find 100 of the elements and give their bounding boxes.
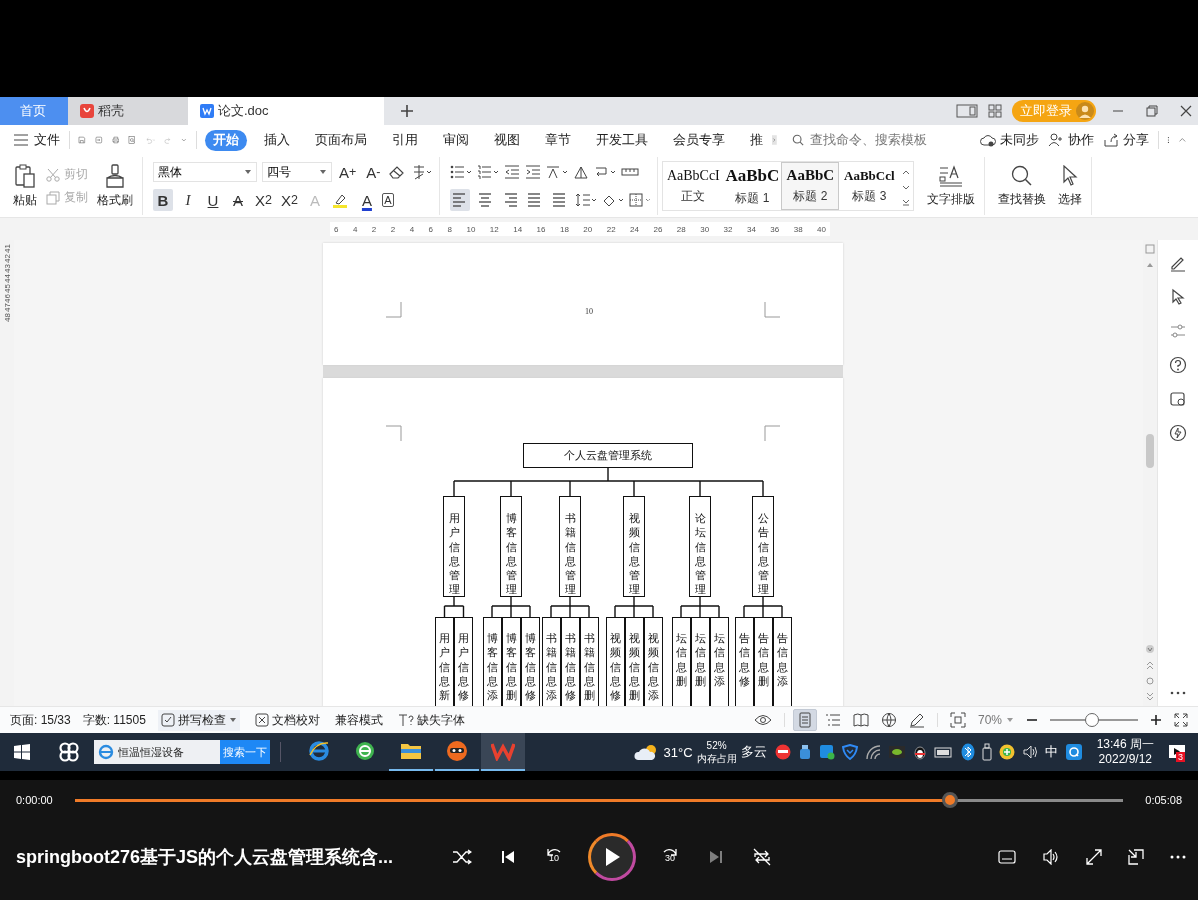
ribbon-tab[interactable]: 引用: [384, 129, 427, 151]
fullscreen-icon[interactable]: [1174, 713, 1188, 727]
bold-button[interactable]: B: [153, 189, 173, 211]
align-left-button[interactable]: [450, 189, 471, 211]
repeat-off-icon[interactable]: [752, 848, 772, 866]
ribbon-tab[interactable]: 页面布局: [307, 129, 376, 151]
plus-circle-icon[interactable]: [998, 744, 1015, 760]
play-button[interactable]: [588, 833, 636, 881]
close-icon[interactable]: [1180, 105, 1192, 117]
collaborate-button[interactable]: 协作: [1048, 131, 1094, 149]
ribbon-tab[interactable]: 推: [742, 129, 772, 151]
caret-icon[interactable]: [1006, 717, 1014, 723]
slider-thumb[interactable]: [1085, 713, 1100, 727]
ruler-icon[interactable]: [621, 166, 640, 178]
style-preset[interactable]: AaBbCcl 标题 3: [839, 162, 900, 210]
captions-icon[interactable]: [998, 850, 1016, 864]
color-button[interactable]: A: [356, 189, 377, 211]
line-spacing-icon[interactable]: [575, 193, 598, 207]
share-button[interactable]: 分享: [1103, 131, 1149, 149]
decrease-indent-icon[interactable]: [504, 165, 521, 179]
font-name-dropdown[interactable]: 黑体: [153, 162, 257, 182]
paste-button[interactable]: 粘贴: [10, 161, 40, 211]
ribbon-tab[interactable]: 插入: [256, 129, 299, 151]
fit-page-icon[interactable]: [949, 712, 966, 728]
tablet-mode-icon[interactable]: [956, 104, 978, 118]
input-method-indicator[interactable]: 中: [1044, 743, 1058, 761]
usb-stick-icon[interactable]: [981, 743, 992, 761]
boxed-button[interactable]: A: [381, 193, 394, 207]
penguin-icon[interactable]: [912, 744, 927, 760]
style-preset[interactable]: AaBbC 标题 1: [723, 162, 782, 210]
location-icon[interactable]: [1169, 424, 1187, 442]
expand-icon[interactable]: [1086, 849, 1102, 865]
usb-drive-icon[interactable]: [797, 744, 812, 760]
new-tab-icon[interactable]: [400, 104, 414, 118]
command-search-field[interactable]: 查找命令、搜索模板: [792, 132, 962, 148]
page-up-icon[interactable]: [1145, 660, 1155, 670]
text-direction-icon[interactable]: [573, 165, 590, 179]
wifi-icon[interactable]: [864, 744, 881, 760]
font-size-dropdown[interactable]: 四号: [262, 162, 332, 182]
skip-back-button[interactable]: 10: [544, 846, 564, 868]
page-view-button[interactable]: [792, 709, 817, 731]
skip-forward-button[interactable]: 30: [660, 846, 680, 868]
select-button[interactable]: 选择: [1055, 162, 1086, 210]
previous-icon[interactable]: [500, 849, 516, 865]
ribbon-tab[interactable]: 章节: [537, 129, 580, 151]
format-painter-button[interactable]: 格式刷: [94, 161, 136, 211]
document-tab[interactable]: 论文.doc: [188, 97, 384, 125]
search-button[interactable]: 搜索一下: [220, 740, 270, 764]
shading-icon[interactable]: [602, 193, 625, 207]
document-proofread-button[interactable]: 文档校对: [251, 709, 323, 731]
image-edit-icon[interactable]: [1169, 390, 1187, 408]
mini-player-icon[interactable]: [1128, 849, 1144, 865]
underline-button[interactable]: U: [203, 189, 223, 211]
ribbon-tab[interactable]: 审阅: [435, 129, 478, 151]
shuffle-icon[interactable]: [452, 849, 472, 865]
masked-face-icon[interactable]: [774, 744, 791, 760]
chat-q-icon[interactable]: [1064, 743, 1083, 761]
pinwheel-icon[interactable]: [58, 741, 80, 763]
sync-check-icon[interactable]: [818, 744, 835, 760]
ribbon-tab[interactable]: 会员专享: [665, 129, 734, 151]
file-menu-button[interactable]: 文件: [14, 131, 60, 149]
find-replace-button[interactable]: 查找替换: [995, 162, 1050, 210]
taskbar-clock[interactable]: 13:46 周一 2022/9/12: [1096, 737, 1154, 767]
more-horizontal-icon[interactable]: [1170, 690, 1186, 696]
style-preset[interactable]: AaBbC 标题 2: [781, 162, 840, 210]
cursor-icon[interactable]: [1169, 288, 1187, 306]
zoom-in-icon[interactable]: [1150, 714, 1162, 726]
chinese-layout-icon[interactable]: [546, 165, 569, 179]
bluetooth-icon[interactable]: [960, 743, 975, 761]
windows-logo-icon[interactable]: [14, 744, 30, 760]
shield-icon[interactable]: [841, 744, 858, 760]
pinyin-guide-icon[interactable]: [411, 164, 434, 180]
sliders-icon[interactable]: [1169, 322, 1187, 340]
progress-thumb[interactable]: [942, 792, 959, 808]
help-icon[interactable]: [1169, 356, 1187, 374]
restore-icon[interactable]: [1146, 105, 1158, 117]
ribbon-tab[interactable]: 开发工具: [588, 129, 657, 151]
zoom-level[interactable]: 70%: [977, 713, 1002, 727]
strike-button[interactable]: A: [228, 189, 248, 211]
document-tab[interactable]: 稻壳: [68, 97, 188, 125]
missing-fonts-button[interactable]: 缺失字体: [394, 709, 468, 731]
eye-icon[interactable]: [753, 713, 772, 727]
style-preset[interactable]: AaBbCcI 正文: [663, 162, 724, 210]
line-break-icon[interactable]: [594, 165, 617, 179]
scroll-down-icon[interactable]: [1145, 644, 1155, 654]
bullet-list-icon[interactable]: [450, 165, 473, 179]
borders-icon[interactable]: [629, 193, 652, 207]
more-horizontal-icon[interactable]: [1170, 855, 1186, 859]
grid-apps-icon[interactable]: [988, 104, 1002, 118]
italic-button[interactable]: I: [178, 189, 198, 211]
sync-button[interactable]: 未同步: [980, 131, 1039, 149]
browse-object-icon[interactable]: [1145, 676, 1155, 686]
page-down-icon[interactable]: [1145, 692, 1155, 702]
volume-icon[interactable]: [1042, 849, 1060, 865]
increase-indent-icon[interactable]: [525, 165, 542, 179]
text-layout-button[interactable]: 文字排版: [924, 162, 979, 210]
spell-check-button[interactable]: 拼写检查: [157, 709, 240, 731]
graphics-card-icon[interactable]: [887, 744, 906, 760]
ribbon-tab[interactable]: 视图: [486, 129, 529, 151]
battery-icon[interactable]: [933, 745, 954, 759]
